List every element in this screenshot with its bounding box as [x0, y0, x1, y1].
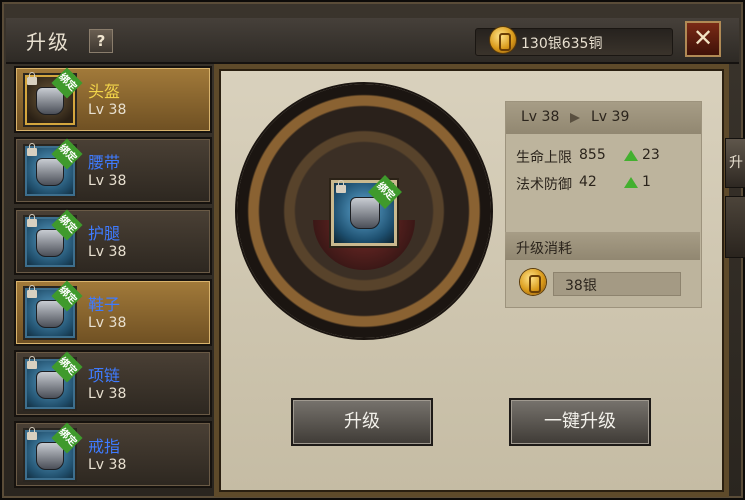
one-click-upgrade-button[interactable]: 一键升级 [509, 398, 651, 446]
leggings-icon: 绑定 [23, 209, 83, 269]
lock-icon [27, 285, 37, 298]
help-button[interactable]: ? [89, 29, 113, 53]
item-name: 鞋子 [88, 295, 121, 314]
stat-value-hp: 855 [579, 147, 606, 163]
stat-gain-mdef: 1 [642, 174, 651, 190]
item-name: 护腿 [88, 224, 121, 243]
item-level: Lv 38 [88, 386, 127, 402]
up-arrow-icon [624, 177, 638, 188]
list-item-ring[interactable]: 绑定 戒指 Lv 38 [14, 421, 212, 488]
item-level: Lv 38 [88, 173, 127, 189]
lock-icon [336, 180, 346, 193]
stat-label-hp: 生命上限 [516, 150, 572, 166]
right-arrow-icon [570, 113, 580, 123]
list-item-necklace[interactable]: 绑定 项链 Lv 38 [14, 350, 212, 417]
item-level: Lv 38 [88, 102, 127, 118]
cost-title: 升级消耗 [516, 241, 572, 257]
stat-label-mdef: 法术防御 [516, 177, 572, 193]
item-name: 项链 [88, 366, 121, 385]
necklace-icon: 绑定 [23, 351, 83, 411]
side-tab-upgrade[interactable]: 升 [725, 138, 745, 188]
helmet-icon: 绑定 [23, 67, 83, 127]
stat-value-mdef: 42 [579, 174, 597, 190]
cost-value: 38银 [565, 278, 597, 294]
lock-icon [27, 214, 37, 227]
list-item-belt[interactable]: 绑定 腰带 Lv 38 [14, 137, 212, 204]
window-title: 升级 [26, 30, 70, 54]
coin-icon [520, 269, 546, 295]
item-level: Lv 38 [88, 244, 127, 260]
selected-item-shape [350, 197, 380, 229]
list-item-helmet[interactable]: 绑定 头盔 Lv 38 [14, 66, 212, 133]
currency-value: 130银635铜 [521, 36, 603, 52]
lock-icon [27, 72, 37, 85]
boots-icon: 绑定 [23, 280, 83, 340]
close-button[interactable]: ✕ [685, 21, 721, 57]
lock-icon [27, 143, 37, 156]
side-tab-more[interactable] [725, 196, 745, 258]
close-icon: ✕ [692, 24, 714, 52]
upgrade-button[interactable]: 升级 [291, 398, 433, 446]
to-level: Lv 39 [591, 109, 630, 125]
selected-item-slot[interactable]: 绑定 [331, 175, 402, 246]
item-name: 戒指 [88, 437, 121, 456]
item-level: Lv 38 [88, 315, 127, 331]
list-item-boots[interactable]: 绑定 鞋子 Lv 38 [14, 279, 212, 346]
item-name: 腰带 [88, 153, 121, 172]
list-item-leggings[interactable]: 绑定 护腿 Lv 38 [14, 208, 212, 275]
item-name: 头盔 [88, 82, 121, 101]
coin-icon [490, 27, 516, 53]
lock-icon [27, 356, 37, 369]
currency-display: 130银635铜 [475, 27, 673, 56]
lock-icon [27, 427, 37, 440]
from-level: Lv 38 [521, 109, 560, 125]
stat-gain-hp: 23 [642, 147, 660, 163]
belt-icon: 绑定 [23, 138, 83, 198]
side-tab-label: 升 [729, 155, 743, 171]
item-level: Lv 38 [88, 457, 127, 473]
up-arrow-icon [624, 150, 638, 161]
ring-icon: 绑定 [23, 422, 83, 482]
